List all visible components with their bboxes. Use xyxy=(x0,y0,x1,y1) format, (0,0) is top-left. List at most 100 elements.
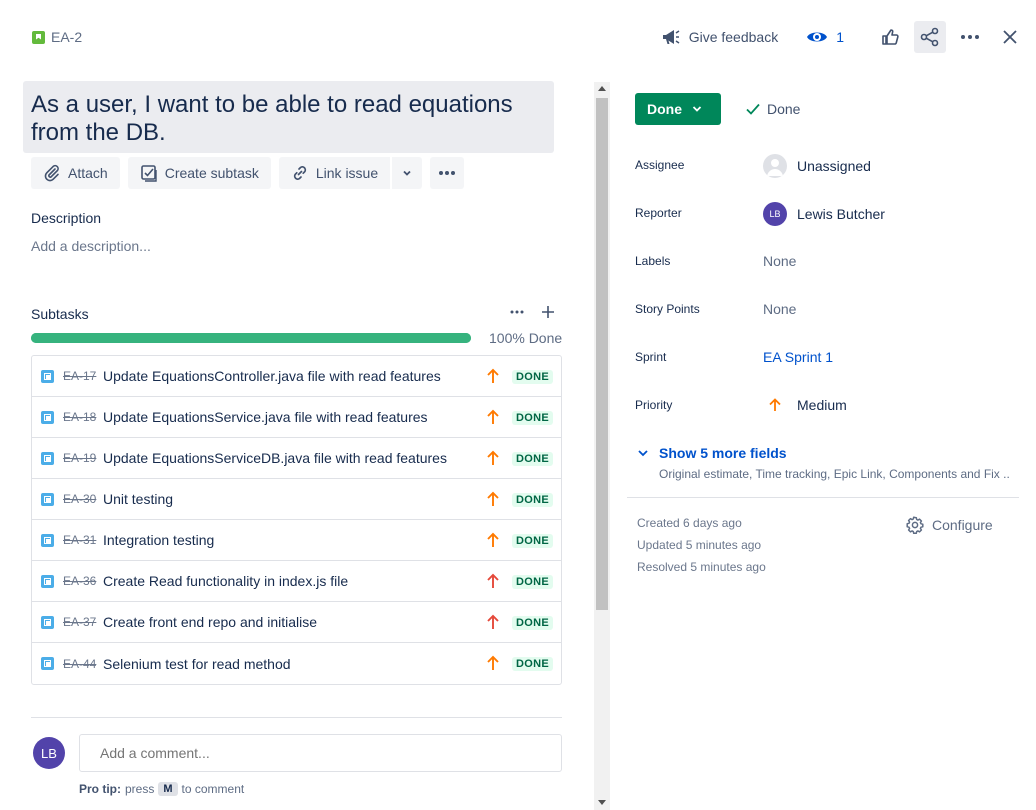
more-fields-summary: Original estimate, Time tracking, Epic L… xyxy=(659,467,1009,481)
thumbs-up-icon xyxy=(882,29,899,45)
divider xyxy=(627,497,1019,498)
status-dropdown[interactable]: Done xyxy=(635,93,721,125)
labels-field[interactable]: None xyxy=(763,253,796,269)
status-badge[interactable]: DONE xyxy=(512,452,553,466)
more-issue-actions-button[interactable] xyxy=(430,157,465,189)
like-button[interactable] xyxy=(874,21,906,53)
table-row[interactable]: EA-36 Create Read functionality in index.… xyxy=(32,561,561,602)
more-actions-button[interactable] xyxy=(954,21,986,53)
pro-tip: Pro tip: press M to comment xyxy=(79,782,244,796)
divider xyxy=(31,717,562,718)
status-badge[interactable]: DONE xyxy=(512,657,553,671)
subtask-summary[interactable]: Create front end repo and initialise xyxy=(103,614,317,630)
give-feedback-button[interactable]: Give feedback xyxy=(661,28,779,46)
watch-count: 1 xyxy=(836,29,844,45)
more-icon[interactable] xyxy=(510,310,524,314)
add-icon[interactable] xyxy=(540,304,556,320)
status-badge[interactable]: DONE xyxy=(512,534,553,548)
status-badge[interactable]: DONE xyxy=(512,575,553,589)
megaphone-icon xyxy=(662,30,680,44)
subtask-key[interactable]: EA-44 xyxy=(63,657,103,671)
show-more-fields-button[interactable]: Show 5 more fields xyxy=(637,445,787,461)
status-badge[interactable]: DONE xyxy=(512,493,553,507)
table-row[interactable]: EA-18 Update EquationsService.java file w… xyxy=(32,397,561,438)
chevron-down-icon xyxy=(638,450,648,457)
subtask-key[interactable]: EA-19 xyxy=(63,451,103,465)
more-icon xyxy=(439,171,456,175)
subtask-icon xyxy=(41,574,54,588)
issue-key[interactable]: EA-2 xyxy=(51,29,82,45)
configure-button[interactable]: Configure xyxy=(906,516,993,534)
scrollbar-thumb[interactable] xyxy=(596,98,608,610)
breadcrumb[interactable]: EA-2 xyxy=(32,29,82,45)
subtask-icon xyxy=(41,451,54,465)
subtask-icon xyxy=(41,615,54,629)
subtask-tools xyxy=(510,304,556,320)
subtask-icon xyxy=(41,410,54,424)
comment-input[interactable] xyxy=(79,734,562,772)
table-row[interactable]: EA-30 Unit testing DONE xyxy=(32,479,561,520)
chevron-down-icon xyxy=(403,170,411,176)
protip-press: press xyxy=(125,782,155,796)
watch-button[interactable]: 1 xyxy=(806,29,844,45)
story-icon xyxy=(32,30,45,44)
attach-button[interactable]: Attach xyxy=(31,157,120,189)
issue-title-field[interactable]: As a user, I want to be able to read equ… xyxy=(23,81,554,153)
subtask-key[interactable]: EA-31 xyxy=(63,533,103,547)
subtask-summary[interactable]: Integration testing xyxy=(103,532,214,548)
priority-medium-icon xyxy=(487,532,499,547)
labels-label: Labels xyxy=(635,254,671,268)
priority-field[interactable]: Medium xyxy=(763,397,847,413)
description-input[interactable]: Add a description... xyxy=(31,238,151,254)
priority-medium-icon xyxy=(769,398,781,411)
subtask-summary[interactable]: Create Read functionality in index.js fi… xyxy=(103,573,348,589)
status-badge[interactable]: DONE xyxy=(512,616,553,630)
subtask-summary[interactable]: Update EquationsController.java file wit… xyxy=(103,368,441,384)
table-row[interactable]: EA-31 Integration testing DONE xyxy=(32,520,561,561)
status-badge[interactable]: DONE xyxy=(512,411,553,425)
subtask-key[interactable]: EA-30 xyxy=(63,492,103,506)
subtask-key[interactable]: EA-18 xyxy=(63,410,103,424)
scrollbar[interactable] xyxy=(594,82,610,810)
subtask-summary[interactable]: Update EquationsServiceDB.java file with… xyxy=(103,450,447,466)
created-date: Created 6 days ago xyxy=(637,516,742,530)
scroll-down-arrow[interactable] xyxy=(598,800,606,805)
assignee-label: Assignee xyxy=(635,158,685,172)
table-row[interactable]: EA-44 Selenium test for read method DONE xyxy=(32,643,561,684)
subtask-key[interactable]: EA-17 xyxy=(63,369,103,383)
close-icon xyxy=(1003,30,1017,44)
status-badge[interactable]: DONE xyxy=(512,370,553,384)
subtask-key[interactable]: EA-37 xyxy=(63,615,103,629)
table-row[interactable]: EA-17 Update EquationsController.java fil… xyxy=(32,356,561,397)
link-issue-dropdown[interactable] xyxy=(391,157,423,189)
share-button[interactable] xyxy=(914,21,946,53)
subtask-summary[interactable]: Selenium test for read method xyxy=(103,656,291,672)
link-issue-button[interactable]: Link issue xyxy=(278,157,391,189)
scroll-up-arrow[interactable] xyxy=(598,86,606,91)
priority-medium-icon xyxy=(487,409,499,424)
show-more-fields-label: Show 5 more fields xyxy=(659,445,787,461)
resolution-label: Done xyxy=(767,101,801,117)
subtask-summary[interactable]: Unit testing xyxy=(103,491,173,507)
subtask-key[interactable]: EA-36 xyxy=(63,574,103,588)
configure-label: Configure xyxy=(932,517,993,533)
give-feedback-label: Give feedback xyxy=(688,29,779,45)
issue-header: EA-2 Give feedback 1 xyxy=(0,0,1036,76)
create-subtask-label: Create subtask xyxy=(164,165,259,181)
create-subtask-button[interactable]: Create subtask xyxy=(127,157,271,189)
progress-fill xyxy=(31,333,471,343)
table-row[interactable]: EA-37 Create front end repo and initialis… xyxy=(32,602,561,643)
reporter-value: Lewis Butcher xyxy=(797,206,885,222)
protip-key: M xyxy=(158,782,178,796)
story-points-field[interactable]: None xyxy=(763,301,796,317)
table-row[interactable]: EA-19 Update EquationsServiceDB.java file… xyxy=(32,438,561,479)
assignee-field[interactable]: Unassigned xyxy=(763,154,871,178)
close-button[interactable] xyxy=(994,21,1026,53)
subtask-summary[interactable]: Update EquationsService.java file with r… xyxy=(103,409,428,425)
status-label: Done xyxy=(647,101,682,117)
sprint-field[interactable]: EA Sprint 1 xyxy=(763,349,833,365)
eye-icon xyxy=(807,32,828,42)
reporter-field[interactable]: LB Lewis Butcher xyxy=(763,202,885,226)
subtask-list: EA-17 Update EquationsController.java fil… xyxy=(31,355,562,685)
issue-action-bar: Attach Create subtask Link issue xyxy=(31,157,465,189)
